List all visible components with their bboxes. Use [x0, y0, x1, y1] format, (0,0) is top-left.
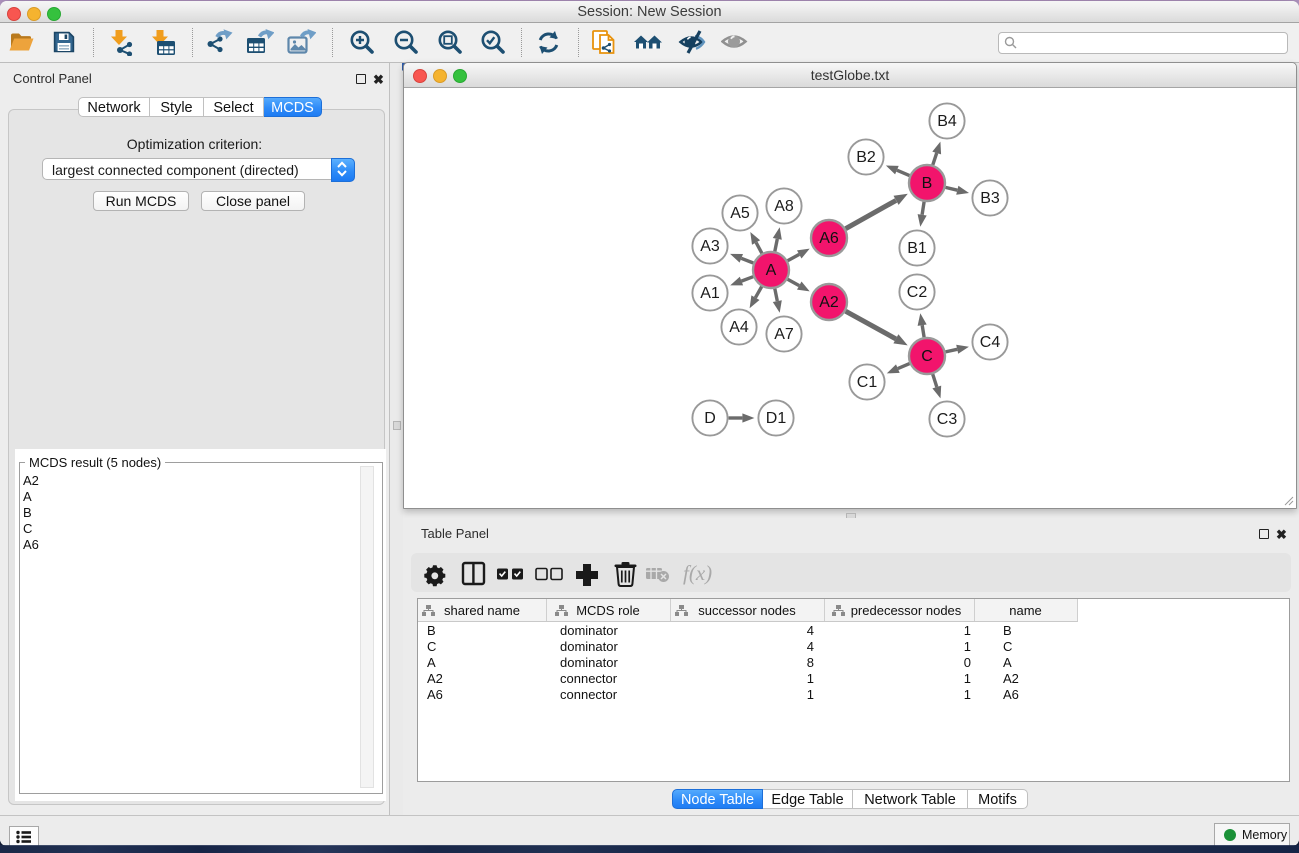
svg-text:A5: A5 — [730, 205, 750, 222]
svg-text:A8: A8 — [774, 198, 794, 215]
svg-text:B1: B1 — [907, 240, 927, 257]
svg-text:B2: B2 — [856, 149, 876, 166]
svg-text:C2: C2 — [907, 284, 928, 301]
svg-text:D: D — [704, 410, 716, 427]
svg-text:A2: A2 — [819, 294, 839, 311]
svg-text:C1: C1 — [857, 374, 878, 391]
svg-text:B: B — [922, 175, 933, 192]
svg-text:A6: A6 — [819, 230, 839, 247]
svg-text:D1: D1 — [766, 410, 787, 427]
svg-text:A1: A1 — [700, 285, 720, 302]
svg-text:A4: A4 — [729, 319, 749, 336]
svg-text:C: C — [921, 348, 933, 365]
svg-text:B3: B3 — [980, 190, 1000, 207]
svg-text:C4: C4 — [980, 334, 1001, 351]
svg-text:B4: B4 — [937, 113, 957, 130]
svg-text:C3: C3 — [937, 411, 958, 428]
svg-text:A3: A3 — [700, 238, 720, 255]
svg-text:A7: A7 — [774, 326, 794, 343]
svg-text:A: A — [766, 262, 777, 279]
svg-text:f(x): f(x) — [683, 561, 712, 585]
